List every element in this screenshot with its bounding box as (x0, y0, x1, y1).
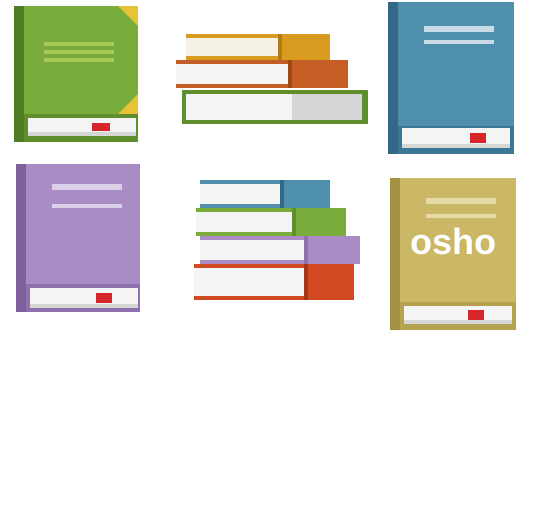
overlay-text: osho (410, 221, 496, 262)
purple-book-icon (16, 164, 142, 316)
blue-book-icon (388, 2, 518, 158)
green-book-icon (14, 6, 140, 146)
book-stack-icon (172, 34, 372, 128)
book-stack-colorful-icon (192, 180, 362, 304)
